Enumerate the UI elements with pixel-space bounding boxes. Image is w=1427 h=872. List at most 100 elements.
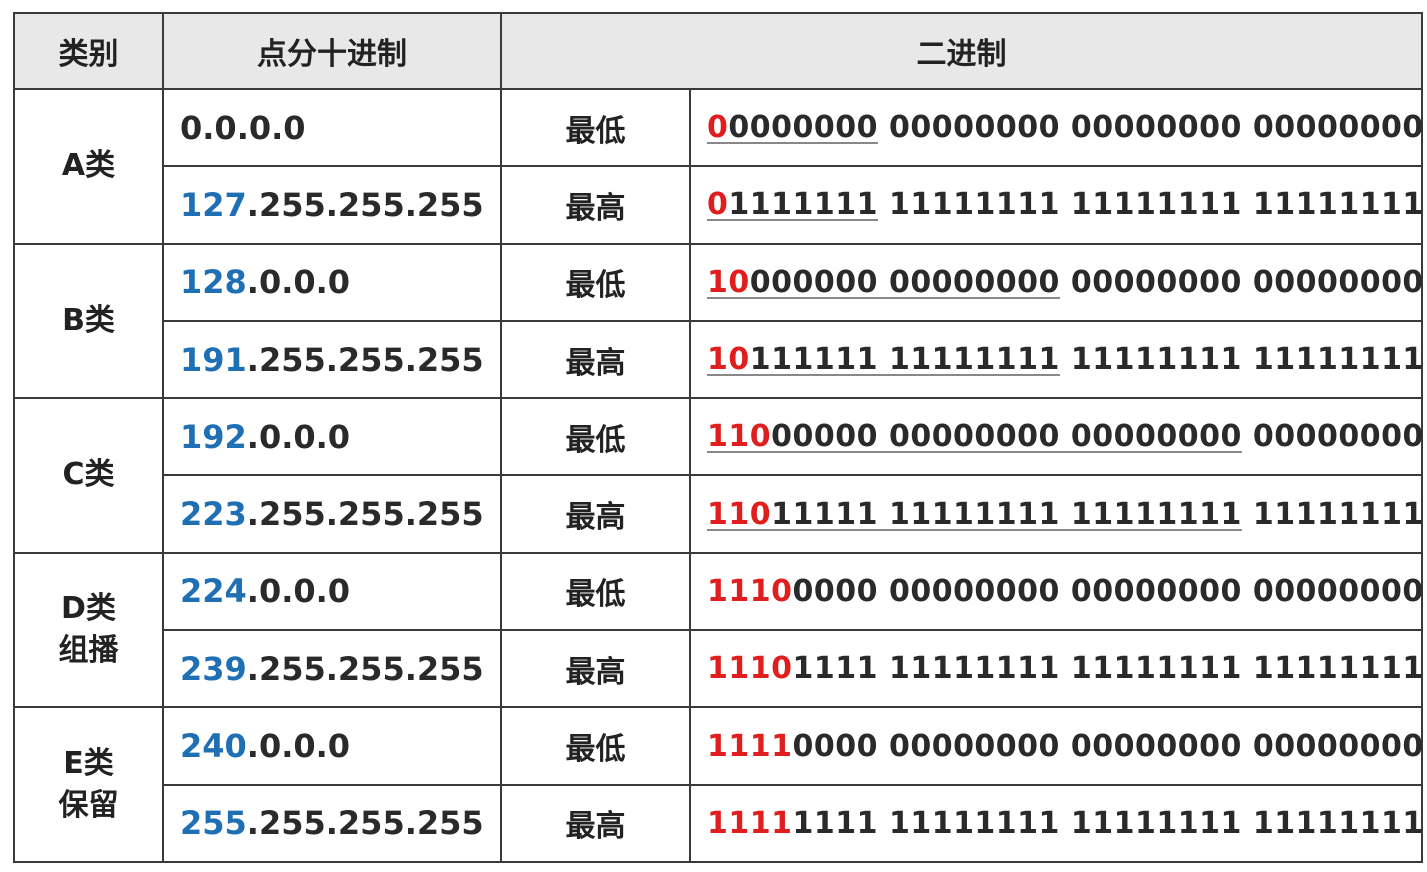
class-leading-bits: 1111 (707, 805, 793, 841)
table-row: E类 保留 240.0.0.0 最低 11110000 00000000 0000000… (13, 706, 1424, 863)
host-bits: 1111 11111111 11111111 11111111 (792, 651, 1424, 687)
network-bits: 1111111 (728, 187, 878, 223)
class-leading-bits: 1111 (707, 728, 793, 764)
header-category: 类别 (13, 12, 164, 90)
table-row: 127.255.255.255 最高 01111111 11111111 11111… (14, 165, 1423, 245)
binary-cell: 11100000 00000000 00000000 00000000 (689, 551, 1424, 632)
remaining-octets: .255.255.255 (246, 649, 484, 688)
network-bits: 111111 11111111 (749, 342, 1060, 378)
class-leading-bits: 1110 (707, 573, 793, 609)
class-leading-bits: 0 (707, 187, 729, 223)
network-octet: 255 (180, 804, 247, 843)
remaining-octets: .255.255.255 (246, 804, 484, 843)
table-row: B类 128.0.0.0 最低 10000000 00000000 00000000 … (13, 242, 1424, 400)
remaining-octets: .255.255.255 (246, 340, 484, 379)
dotted-decimal-cell: 0.0.0.0 (162, 87, 502, 168)
range-bound-label: 最低 (500, 397, 691, 477)
binary-cell: 01111111 11111111 11111111 11111111 (689, 165, 1423, 245)
class-label-cell: A类 (13, 88, 164, 245)
dotted-decimal-cell: 128.0.0.0 (162, 242, 502, 322)
host-bits: 00000000 00000000 00000000 (878, 110, 1424, 146)
header-row: 类别 点分十进制 二进制 (13, 12, 1423, 90)
binary-cell: 00000000 00000000 00000000 00000000 (689, 87, 1424, 168)
dotted-decimal-cell: 223.255.255.255 (162, 474, 502, 554)
header-binary: 二进制 (500, 12, 1423, 90)
binary-cell: 11000000 00000000 00000000 00000000 (689, 397, 1424, 477)
range-bound-label: 最低 (500, 242, 691, 322)
class-label-cell: C类 (13, 397, 164, 554)
binary-cell: 11101111 11111111 11111111 11111111 (689, 629, 1424, 709)
network-octet: 192 (180, 417, 247, 456)
table-row: 239.255.255.255 最高 11101111 11111111 11111… (14, 629, 1424, 709)
range-bound-label: 最低 (500, 551, 691, 632)
class-label-cell: B类 (13, 242, 164, 400)
network-bits: 000000 00000000 (749, 264, 1060, 300)
network-octet: 127 (180, 185, 247, 224)
table-header: 类别 点分十进制 二进制 (13, 12, 1423, 90)
class-leading-bits: 110 (707, 419, 772, 455)
range-bound-label: 最高 (500, 319, 691, 400)
class-name: E类 (63, 745, 114, 781)
class-leading-bits: 0 (707, 110, 729, 146)
class-leading-bits: 1110 (707, 651, 793, 687)
table-row: D类 组播 224.0.0.0 最低 11100000 00000000 0000000… (13, 551, 1424, 709)
binary-cell: 11110000 00000000 00000000 00000000 (689, 706, 1424, 786)
header-dotted-decimal: 点分十进制 (162, 12, 502, 90)
network-octet: 223 (180, 495, 247, 534)
remaining-octets: .255.255.255 (246, 495, 484, 534)
class-name: A类 (61, 148, 116, 184)
host-bits: 0000 00000000 00000000 00000000 (792, 728, 1424, 764)
binary-cell: 11111111 11111111 11111111 11111111 (689, 783, 1424, 864)
range-bound-label: 最低 (500, 87, 691, 168)
dotted-decimal-cell: 224.0.0.0 (162, 551, 502, 632)
table-row: A类 0.0.0.0 最低 00000000 00000000 00000000 00… (13, 87, 1424, 245)
range-bound-label: 最高 (500, 165, 691, 245)
table-row: C类 192.0.0.0 最低 11000000 00000000 00000000 … (13, 397, 1424, 554)
host-bits: 00000000 (1241, 419, 1424, 455)
remaining-octets: .255.255.255 (246, 185, 484, 224)
dotted-decimal-cell: 127.255.255.255 (162, 165, 502, 245)
class-label-cell: E类保留 (13, 706, 164, 863)
class-name: D类 (61, 591, 116, 627)
class-leading-bits: 110 (707, 496, 772, 532)
class-purpose: 组播 (58, 633, 119, 669)
range-bound-label: 最高 (500, 783, 691, 864)
dotted-decimal-cell: 191.255.255.255 (162, 319, 502, 400)
remaining-octets: 0.0.0.0 (180, 108, 306, 147)
host-bits: 1111 11111111 11111111 11111111 (792, 805, 1424, 841)
range-bound-label: 最低 (500, 706, 691, 786)
class-purpose: 保留 (58, 787, 119, 823)
remaining-octets: .0.0.0 (246, 727, 351, 766)
table-row: 255.255.255.255 最高 11111111 11111111 11111… (14, 783, 1424, 864)
table-body: A类 0.0.0.0 最低 00000000 00000000 00000000 00… (13, 87, 1424, 864)
class-name: B类 (62, 302, 115, 338)
host-bits: 11111111 (1241, 496, 1424, 532)
host-bits: 0000 00000000 00000000 00000000 (792, 573, 1424, 609)
network-bits: 00000 00000000 00000000 (771, 419, 1242, 455)
ip-class-table: 类别 点分十进制 二进制 A类 0.0.0.0 最低 00000000 0000000… (13, 12, 1424, 864)
class-leading-bits: 10 (707, 342, 750, 378)
class-name: C类 (62, 457, 115, 493)
network-octet: 191 (180, 340, 247, 379)
network-octet: 240 (180, 727, 247, 766)
dotted-decimal-cell: 240.0.0.0 (162, 706, 502, 786)
remaining-octets: .0.0.0 (246, 263, 351, 302)
binary-cell: 11011111 11111111 11111111 11111111 (689, 474, 1424, 554)
host-bits: 11111111 11111111 (1059, 342, 1424, 378)
range-bound-label: 最高 (500, 474, 691, 554)
table-row: 191.255.255.255 最高 10111111 11111111 11111… (14, 319, 1424, 400)
network-octet: 224 (180, 572, 247, 611)
network-octet: 128 (180, 263, 247, 302)
network-bits: 0000000 (728, 110, 878, 146)
network-bits: 11111 11111111 11111111 (771, 496, 1242, 532)
remaining-octets: .0.0.0 (246, 572, 351, 611)
class-leading-bits: 10 (707, 264, 750, 300)
class-label-cell: D类组播 (13, 551, 164, 709)
dotted-decimal-cell: 255.255.255.255 (162, 783, 502, 864)
network-octet: 239 (180, 649, 247, 688)
range-bound-label: 最高 (500, 629, 691, 709)
dotted-decimal-cell: 192.0.0.0 (162, 397, 502, 477)
table-row: 223.255.255.255 最高 11011111 11111111 11111… (14, 474, 1424, 554)
host-bits: 00000000 00000000 (1059, 264, 1424, 300)
dotted-decimal-cell: 239.255.255.255 (162, 629, 502, 709)
